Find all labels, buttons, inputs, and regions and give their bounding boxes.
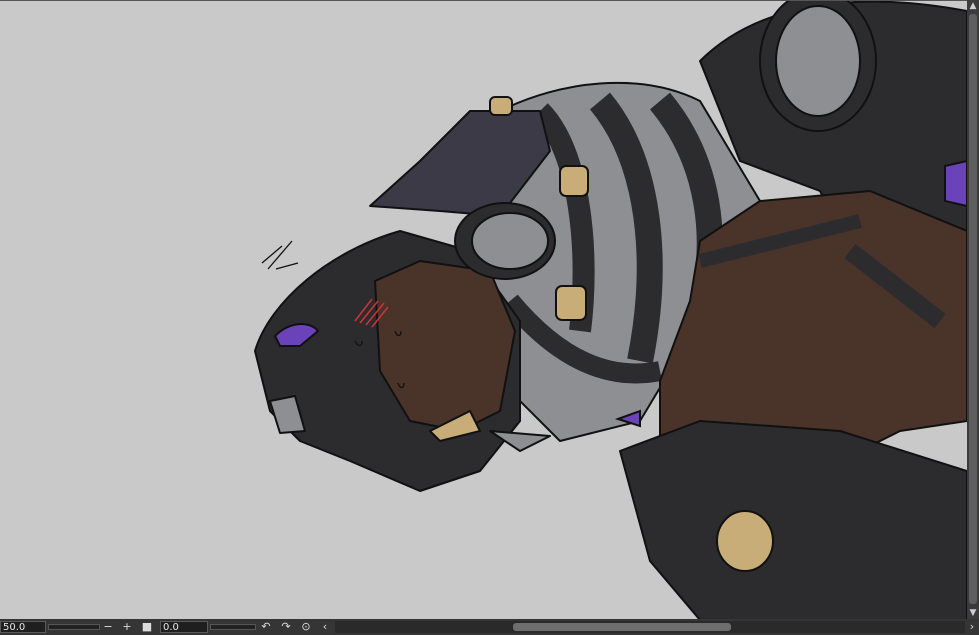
zoom-out-icon[interactable]: − <box>101 620 115 634</box>
artwork <box>254 1 967 620</box>
scroll-right-icon[interactable]: › <box>965 620 979 634</box>
robot-illustration <box>254 1 967 620</box>
drawing-canvas[interactable] <box>0 0 967 620</box>
vertical-scroll-thumb[interactable] <box>969 14 977 604</box>
scroll-left-icon[interactable]: ‹ <box>318 620 332 634</box>
zoom-field[interactable]: 50.0 <box>0 621 46 633</box>
reset-rotation-icon[interactable]: ⊙ <box>299 620 313 634</box>
zoom-in-icon[interactable]: + <box>120 620 134 634</box>
rotation-slider[interactable] <box>210 624 256 630</box>
zoom-slider[interactable] <box>48 624 100 630</box>
rotate-right-icon[interactable]: ↷ <box>279 620 293 634</box>
scroll-down-icon[interactable]: ▼ <box>967 607 979 619</box>
rotation-field[interactable]: 0.0 <box>160 621 208 633</box>
fit-view-icon[interactable]: ■ <box>140 620 154 634</box>
rotate-left-icon[interactable]: ↶ <box>259 620 273 634</box>
scroll-up-icon[interactable]: ▲ <box>967 0 979 12</box>
status-bar: 50.0 − + ■ 0.0 ↶ ↷ ⊙ ‹ › <box>0 619 979 635</box>
horizontal-scroll-thumb[interactable] <box>513 623 731 631</box>
vertical-scrollbar[interactable]: ▲ ▼ <box>967 0 979 619</box>
